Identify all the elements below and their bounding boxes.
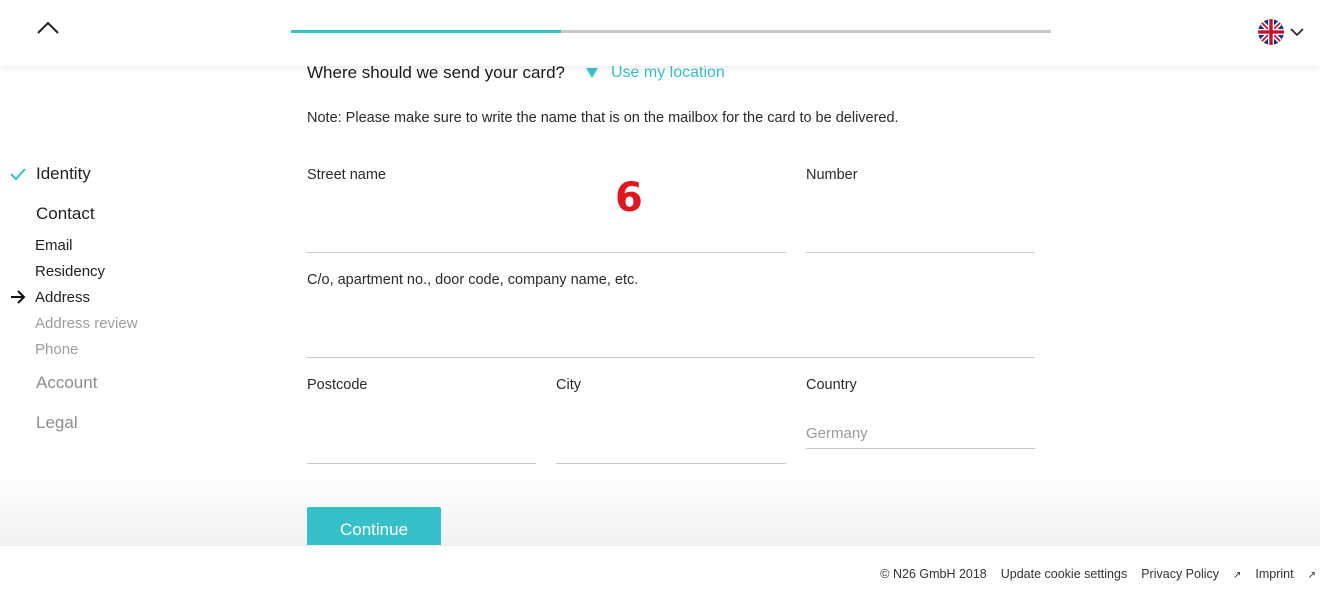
chevron-up-icon[interactable] <box>36 18 60 36</box>
top-bar <box>0 0 1320 66</box>
location-arrow-icon <box>585 68 598 78</box>
privacy-policy-link[interactable]: Privacy Policy ↗ <box>1141 567 1241 581</box>
sidebar-section-legal: Legal <box>36 413 78 432</box>
continue-button[interactable]: Continue <box>307 507 441 545</box>
city-label: City <box>556 377 581 393</box>
annotation-marker: 6 <box>615 175 643 221</box>
street-input[interactable] <box>307 223 786 253</box>
sidebar-section-identity[interactable]: Identity <box>36 164 91 184</box>
arrow-right-icon <box>11 290 26 304</box>
country-field: Country Germany <box>806 377 1035 449</box>
footer-links: © N26 GmbH 2018 Update cookie settings P… <box>866 567 1316 581</box>
postcode-label: Postcode <box>307 377 368 393</box>
sidebar-section-account: Account <box>36 373 98 392</box>
postcode-field: Postcode <box>307 377 536 464</box>
sidebar-section-contact[interactable]: Contact <box>36 204 95 224</box>
external-link-icon: ↗ <box>1233 570 1242 581</box>
form-header: Where should we send your card? Use my l… <box>307 63 725 83</box>
uk-flag-icon <box>1258 19 1284 45</box>
cookie-settings-link[interactable]: Update cookie settings <box>1001 567 1127 581</box>
footer: © N26 GmbH 2018 Update cookie settings P… <box>0 545 1320 600</box>
page: Identity Contact Email Residency Address… <box>0 0 1320 600</box>
number-field: Number <box>806 167 1035 253</box>
street-field: Street name <box>307 167 786 253</box>
progress-bar <box>291 30 1051 33</box>
country-select[interactable]: Germany <box>806 419 1035 449</box>
country-label: Country <box>806 377 857 393</box>
street-label: Street name <box>307 167 386 183</box>
imprint-link[interactable]: Imprint ↗ <box>1255 567 1316 581</box>
external-link-icon: ↗ <box>1307 570 1316 581</box>
delivery-note: Note: Please make sure to write the name… <box>307 110 899 126</box>
checkmark-icon <box>10 168 26 181</box>
number-input[interactable] <box>806 223 1035 253</box>
address-extra-label: C/o, apartment no., door code, company n… <box>307 272 639 288</box>
city-field: City <box>556 377 786 464</box>
address-extra-field: C/o, apartment no., door code, company n… <box>307 272 1035 358</box>
chevron-down-icon <box>1290 28 1304 37</box>
number-label: Number <box>806 167 858 183</box>
sidebar-item-email[interactable]: Email <box>35 237 73 254</box>
sidebar-item-phone: Phone <box>35 341 79 358</box>
sidebar-item-residency[interactable]: Residency <box>35 263 105 280</box>
copyright-text: © N26 GmbH 2018 <box>880 567 987 581</box>
use-my-location-label: Use my location <box>610 64 725 81</box>
form-question: Where should we send your card? <box>307 63 565 82</box>
sidebar-item-address-review: Address review <box>35 315 138 332</box>
sidebar-item-address[interactable]: Address <box>35 289 90 306</box>
address-extra-input[interactable] <box>307 328 1035 358</box>
imprint-label: Imprint <box>1255 567 1294 581</box>
scroll-fade <box>0 470 1320 545</box>
city-input[interactable] <box>556 434 786 464</box>
privacy-policy-label: Privacy Policy <box>1141 567 1220 581</box>
use-my-location-button[interactable]: Use my location <box>585 64 725 82</box>
postcode-input[interactable] <box>307 434 536 464</box>
progress-bar-fill <box>291 30 561 33</box>
language-selector[interactable] <box>1258 19 1308 45</box>
